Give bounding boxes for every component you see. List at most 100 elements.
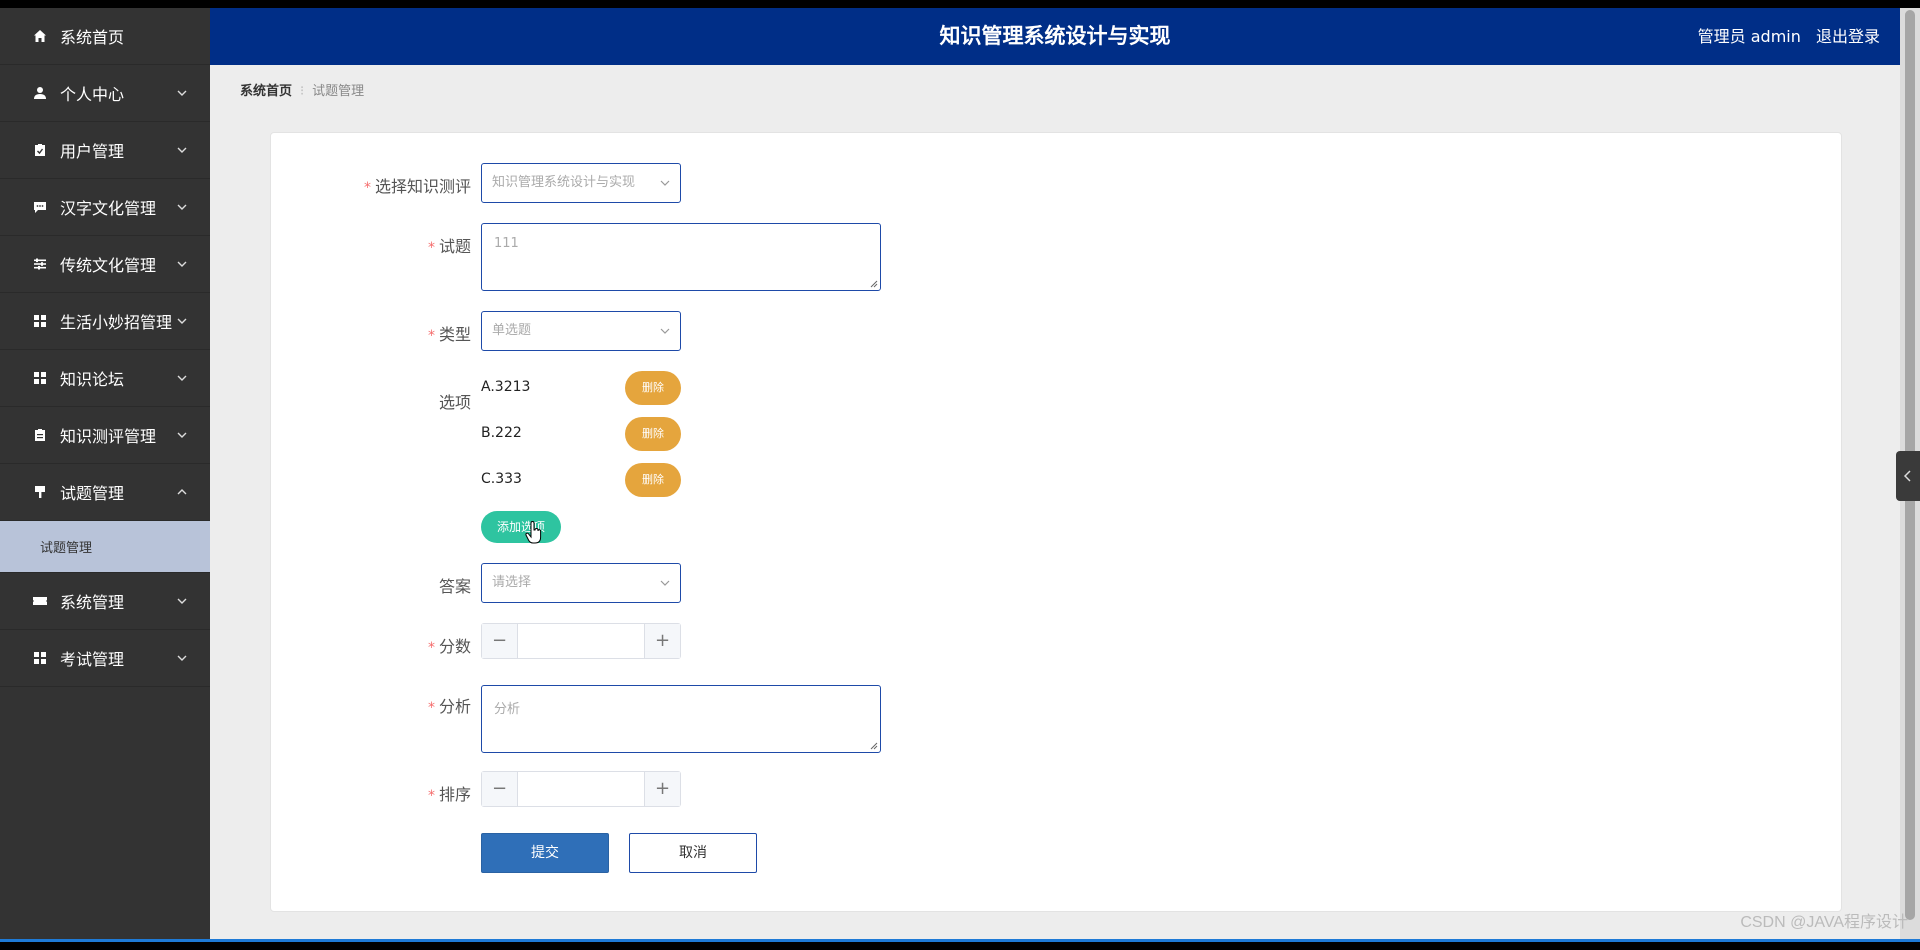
question-textarea[interactable]: 111	[481, 223, 881, 291]
sort-decrement-button[interactable]: −	[482, 772, 518, 806]
chevron-up-icon	[177, 489, 187, 495]
chevron-down-icon	[660, 328, 670, 334]
chevron-down-icon	[660, 580, 670, 586]
sort-label-text: 排序	[438, 785, 471, 804]
type-label: * 类型	[271, 321, 471, 345]
add-option-button[interactable]: 添加选项	[481, 511, 561, 543]
form-card: * 选择知识测评 知识管理系统设计与实现 * 试题 111 * 类型 单选题 选项 A…	[270, 132, 1842, 912]
option-text: A.3213	[481, 379, 531, 395]
answer-label: 答案	[438, 577, 471, 596]
sort-stepper[interactable]: − +	[481, 771, 681, 807]
exam-label: * 选择知识测评	[271, 173, 471, 197]
sidebar-item-traditional-culture[interactable]: 传统文化管理	[0, 236, 210, 293]
resize-grip-icon[interactable]	[870, 742, 878, 750]
sidebar-item-label: 传统文化管理	[60, 256, 157, 275]
delete-option-button[interactable]: 删除	[625, 371, 681, 405]
clipboard-check-icon	[32, 142, 48, 158]
required-mark: *	[427, 328, 435, 344]
score-increment-button[interactable]: +	[644, 624, 680, 658]
exam-select[interactable]: 知识管理系统设计与实现	[481, 163, 681, 203]
sidebar-item-users[interactable]: 用户管理	[0, 122, 210, 179]
options-label: 选项	[438, 393, 471, 412]
sidebar-item-forum[interactable]: 知识论坛	[0, 350, 210, 407]
sidebar-item-system[interactable]: 系统管理	[0, 573, 210, 630]
delete-option-button[interactable]: 删除	[625, 463, 681, 497]
chevron-down-icon	[177, 147, 187, 153]
chevron-down-icon	[177, 432, 187, 438]
required-mark: *	[427, 240, 435, 256]
score-label: * 分数	[271, 633, 471, 657]
grid-icon	[32, 650, 48, 666]
score-decrement-button[interactable]: −	[482, 624, 518, 658]
sidebar-item-exam[interactable]: 考试管理	[0, 630, 210, 687]
sidebar: 系统首页 个人中心 用户管理 汉字文化管理 传统文化管理 生活小妙招管理 知识论…	[0, 8, 210, 942]
chevron-down-icon	[177, 204, 187, 210]
chevron-down-icon	[177, 261, 187, 267]
sidebar-item-chinese-culture[interactable]: 汉字文化管理	[0, 179, 210, 236]
option-text: B.222	[481, 425, 522, 441]
watermark: CSDN @JAVA程序设计	[1740, 914, 1908, 931]
sort-increment-button[interactable]: +	[644, 772, 680, 806]
sliders-icon	[32, 256, 48, 272]
breadcrumb-home[interactable]: 系统首页	[240, 84, 292, 99]
sort-label: * 排序	[271, 781, 471, 805]
loading-bar	[0, 939, 1920, 942]
sidebar-item-label: 汉字文化管理	[60, 199, 157, 218]
required-mark: *	[427, 700, 435, 716]
chevron-left-icon	[1903, 470, 1911, 482]
answer-select[interactable]: 请选择	[481, 563, 681, 603]
question-placeholder: 111	[494, 236, 519, 251]
question-label-text: 试题	[438, 237, 471, 256]
analysis-label-text: 分析	[438, 697, 471, 716]
chat-icon	[32, 199, 48, 215]
hand-cursor-icon	[525, 521, 542, 544]
sidebar-item-profile[interactable]: 个人中心	[0, 65, 210, 122]
sidebar-item-home[interactable]: 系统首页	[0, 8, 210, 65]
header-user-area: 管理员 admin 退出登录	[1688, 8, 1880, 65]
clipboard-icon	[32, 427, 48, 443]
required-mark: *	[363, 180, 371, 196]
resize-grip-icon[interactable]	[870, 280, 878, 288]
user-icon	[32, 85, 48, 101]
grid-icon	[32, 370, 48, 386]
answer-select-placeholder: 请选择	[492, 575, 532, 590]
question-label: * 试题	[271, 233, 471, 257]
exam-select-value: 知识管理系统设计与实现	[492, 175, 636, 190]
score-label-text: 分数	[438, 637, 471, 656]
sidebar-item-label: 试题管理	[60, 484, 125, 503]
sidebar-item-label: 生活小妙招管理	[60, 313, 173, 332]
type-select[interactable]: 单选题	[481, 311, 681, 351]
app-window: 系统首页 个人中心 用户管理 汉字文化管理 传统文化管理 生活小妙招管理 知识论…	[0, 8, 1920, 942]
analysis-placeholder: 分析	[494, 702, 521, 717]
type-select-value: 单选题	[492, 323, 532, 338]
sidebar-item-questions[interactable]: 试题管理	[0, 464, 210, 521]
breadcrumb-current: 试题管理	[312, 84, 365, 99]
home-icon	[32, 28, 48, 44]
logout-link[interactable]: 退出登录	[1816, 27, 1880, 46]
submit-button[interactable]: 提交	[481, 833, 609, 873]
sidebar-item-label: 用户管理	[60, 142, 125, 161]
grid-icon	[32, 313, 48, 329]
sidebar-subitem-questions[interactable]: 试题管理	[0, 521, 210, 573]
delete-option-button[interactable]: 删除	[625, 417, 681, 451]
breadcrumb: 系统首页 ⁝ 试题管理	[240, 80, 364, 99]
cancel-button[interactable]: 取消	[629, 833, 757, 873]
top-header: 知识管理系统设计与实现 管理员 admin 退出登录	[210, 8, 1900, 65]
sidebar-item-assessment[interactable]: 知识测评管理	[0, 407, 210, 464]
chevron-down-icon	[177, 375, 187, 381]
score-stepper[interactable]: − +	[481, 623, 681, 659]
sidebar-item-life-tips[interactable]: 生活小妙招管理	[0, 293, 210, 350]
sidebar-item-label: 个人中心	[60, 85, 125, 104]
chevron-down-icon	[660, 180, 670, 186]
analysis-textarea[interactable]: 分析	[481, 685, 881, 753]
sidebar-subitem-label: 试题管理	[40, 541, 93, 556]
exam-label-text: 选择知识测评	[374, 177, 471, 196]
breadcrumb-separator: ⁝	[300, 84, 305, 99]
ticket-icon	[32, 593, 48, 609]
chevron-down-icon	[177, 90, 187, 96]
sidebar-item-label: 知识测评管理	[60, 427, 157, 446]
chevron-down-icon	[177, 598, 187, 604]
side-panel-toggle[interactable]	[1896, 451, 1920, 501]
chevron-down-icon	[177, 655, 187, 661]
app-title: 知识管理系统设计与实现	[939, 24, 1171, 48]
